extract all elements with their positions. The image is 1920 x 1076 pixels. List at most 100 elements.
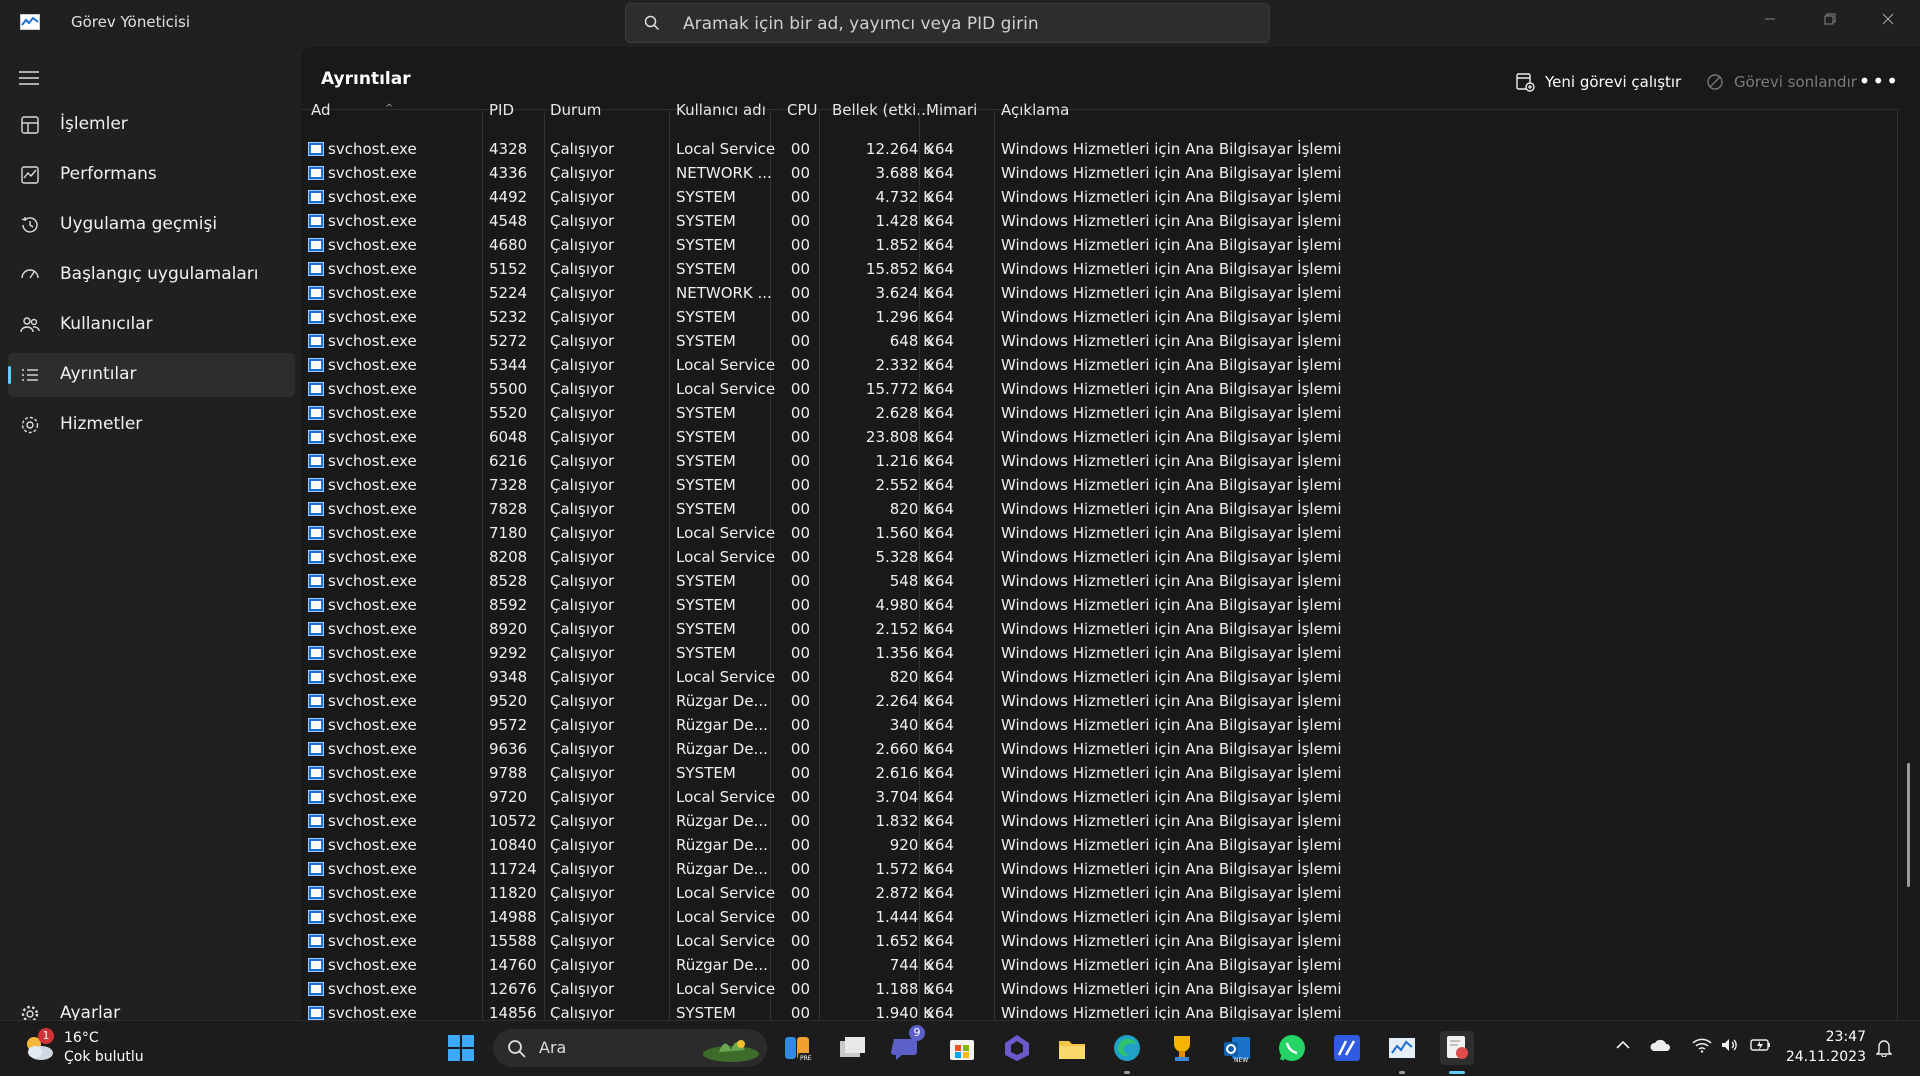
column-header-memory[interactable]: Bellek (etki... [832,101,931,119]
table-row[interactable]: svchost.exe 9720 Çalışıyor Local Service 00 3… [301,785,1901,809]
table-row[interactable]: svchost.exe 11820 Çalışıyor Local Service 00… [301,881,1901,905]
copilot-icon[interactable]: PRE [780,1031,814,1065]
table-row[interactable]: svchost.exe 4492 Çalışıyor SYSTEM 00 4.732 Kx… [301,185,1901,209]
process-status: Çalışıyor [550,500,615,518]
table-row[interactable]: svchost.exe 9572 Çalışıyor Rüzgar De... 00 34… [301,713,1901,737]
onedrive-cloud-icon[interactable] [1650,1037,1672,1057]
task-manager-taskbar-icon[interactable] [1385,1031,1419,1065]
table-row[interactable]: svchost.exe 12676 Çalışıyor Local Service 00… [301,977,1901,1001]
sidebar-item-performance[interactable]: Performans [8,153,295,197]
run-new-task-button[interactable]: Yeni görevi çalıştır [1515,67,1681,97]
clock-time[interactable]: 23:47 [1826,1029,1866,1045]
table-row[interactable]: svchost.exe 5520 Çalışıyor SYSTEM 00 2.628 Kx… [301,401,1901,425]
process-name: svchost.exe [328,620,417,638]
microsoft-store-icon[interactable] [945,1031,979,1065]
vertical-scrollbar[interactable] [1907,763,1910,887]
notification-bell-icon[interactable] [1875,1039,1893,1061]
process-name: svchost.exe [328,260,417,278]
table-row[interactable]: svchost.exe 9788 Çalışıyor SYSTEM 00 2.616 Kx… [301,761,1901,785]
task-view-icon[interactable] [835,1031,869,1065]
table-row[interactable]: svchost.exe 6216 Çalışıyor SYSTEM 00 1.216 Kx… [301,449,1901,473]
table-row[interactable]: svchost.exe 14760 Çalışıyor Rüzgar De... 00 7… [301,953,1901,977]
sidebar-item-services[interactable]: Hizmetler [8,403,295,447]
whatsapp-icon[interactable] [1275,1031,1309,1065]
process-memory: 1.572 K [875,860,933,878]
taskbar-search[interactable]: Ara [493,1029,767,1067]
sidebar-item-processes[interactable]: İşlemler [8,103,295,147]
table-row[interactable]: svchost.exe 8920 Çalışıyor SYSTEM 00 2.152 Kx… [301,617,1901,641]
table-row[interactable]: svchost.exe 8208 Çalışıyor Local Service 00 5… [301,545,1901,569]
weather-description[interactable]: Çok bulutlu [64,1049,144,1065]
table-row[interactable]: svchost.exe 5500 Çalışıyor Local Service 00 1… [301,377,1901,401]
trophy-icon[interactable] [1165,1031,1199,1065]
table-row[interactable]: svchost.exe 4328 Çalışıyor Local Service 00 1… [301,137,1901,161]
process-name: svchost.exe [328,836,417,854]
edge-browser-icon[interactable] [1110,1031,1144,1065]
snipping-tool-icon[interactable] [1440,1031,1474,1065]
search-input[interactable]: Aramak için bir ad, yayımcı veya PID gir… [683,14,1039,34]
table-row[interactable]: svchost.exe 14988 Çalışıyor Local Service 00… [301,905,1901,929]
search-box[interactable]: Aramak için bir ad, yayımcı veya PID gir… [625,3,1270,43]
column-header-username[interactable]: Kullanıcı adı [676,101,766,119]
close-button[interactable] [1858,0,1918,38]
start-icon[interactable] [444,1031,478,1065]
wifi-icon[interactable] [1692,1037,1712,1057]
table-row[interactable]: svchost.exe 4548 Çalışıyor SYSTEM 00 1.428 Kx… [301,209,1901,233]
table-row[interactable]: svchost.exe 6048 Çalışıyor SYSTEM 00 23.808 K… [301,425,1901,449]
table-row[interactable]: svchost.exe 5152 Çalışıyor SYSTEM 00 15.852 K… [301,257,1901,281]
copilot-app-icon[interactable] [1000,1031,1034,1065]
process-username: SYSTEM [676,308,736,326]
process-pid: 9720 [489,788,528,806]
column-header-cpu[interactable]: CPU [787,101,818,119]
table-row[interactable]: svchost.exe 10572 Çalışıyor Rüzgar De... 00 1… [301,809,1901,833]
visual-studio-icon[interactable] [1330,1031,1364,1065]
outlook-new-icon[interactable]: NEW [1220,1031,1254,1065]
table-row[interactable]: svchost.exe 5344 Çalışıyor Local Service 00 2… [301,353,1901,377]
column-header-pid[interactable]: PID [489,101,514,119]
sidebar-item-startup[interactable]: Başlangıç uygulamaları [8,253,295,297]
column-header-description[interactable]: Açıklama [1001,101,1069,119]
table-row[interactable]: svchost.exe 7328 Çalışıyor SYSTEM 00 2.552 Kx… [301,473,1901,497]
table-row[interactable]: svchost.exe 9520 Çalışıyor Rüzgar De... 00 2.… [301,689,1901,713]
table-row[interactable]: svchost.exe 7828 Çalışıyor SYSTEM 00 820 Kx64… [301,497,1901,521]
process-username: Rüzgar De... [676,812,768,830]
minimize-button[interactable] [1740,0,1800,38]
table-row[interactable]: svchost.exe 10840 Çalışıyor Rüzgar De... 00 9… [301,833,1901,857]
restore-button[interactable] [1800,0,1860,38]
column-header-architecture[interactable]: Mimari [926,101,977,119]
process-status: Çalışıyor [550,740,615,758]
column-header-name[interactable]: Ad [311,101,331,119]
process-name: svchost.exe [328,572,417,590]
process-icon [308,550,324,564]
table-row[interactable]: svchost.exe 8528 Çalışıyor SYSTEM 00 548 Kx64… [301,569,1901,593]
sidebar-item-details[interactable]: Ayrıntılar [8,353,295,397]
volume-icon[interactable] [1720,1037,1740,1057]
clock-date[interactable]: 24.11.2023 [1786,1049,1866,1065]
sidebar-item-users[interactable]: Kullanıcılar [8,303,295,347]
process-architecture: x64 [926,140,954,158]
table-row[interactable]: svchost.exe 9292 Çalışıyor SYSTEM 00 1.356 Kx… [301,641,1901,665]
table-row[interactable]: svchost.exe 5232 Çalışıyor SYSTEM 00 1.296 Kx… [301,305,1901,329]
table-row[interactable]: svchost.exe 4680 Çalışıyor SYSTEM 00 1.852 Kx… [301,233,1901,257]
weather-temperature[interactable]: 16°C [64,1030,99,1046]
table-row[interactable]: svchost.exe 5224 Çalışıyor NETWORK ... 00 3.6… [301,281,1901,305]
column-header-status[interactable]: Durum [550,101,601,119]
table-row[interactable]: svchost.exe 15588 Çalışıyor Local Service 00… [301,929,1901,953]
process-status: Çalışıyor [550,908,615,926]
end-task-button[interactable]: Görevi sonlandır [1706,67,1857,97]
file-explorer-icon[interactable] [1055,1031,1089,1065]
table-row[interactable]: svchost.exe 11724 Çalışıyor Rüzgar De... 00 1… [301,857,1901,881]
hamburger-menu-icon[interactable] [19,70,39,90]
table-row[interactable]: svchost.exe 8592 Çalışıyor SYSTEM 00 4.980 Kx… [301,593,1901,617]
table-row[interactable]: svchost.exe 9636 Çalışıyor Rüzgar De... 00 2.… [301,737,1901,761]
process-pid: 5232 [489,308,528,326]
table-row[interactable]: svchost.exe 7180 Çalışıyor Local Service 00 1… [301,521,1901,545]
table-row[interactable]: svchost.exe 4336 Çalışıyor NETWORK ... 00 3.6… [301,161,1901,185]
battery-icon[interactable] [1750,1037,1772,1057]
more-options-icon[interactable]: ••• [1859,69,1900,93]
chevron-up-icon[interactable] [1615,1037,1631,1057]
sidebar-item-app-history[interactable]: Uygulama geçmişi [8,203,295,247]
table-row[interactable]: svchost.exe 9348 Çalışıyor Local Service 00 8… [301,665,1901,689]
table-row[interactable]: svchost.exe 5272 Çalışıyor SYSTEM 00 648 Kx64… [301,329,1901,353]
table-row[interactable]: svchost.exe 14856 Çalışıyor SYSTEM 00 1.940 K… [301,1001,1901,1020]
